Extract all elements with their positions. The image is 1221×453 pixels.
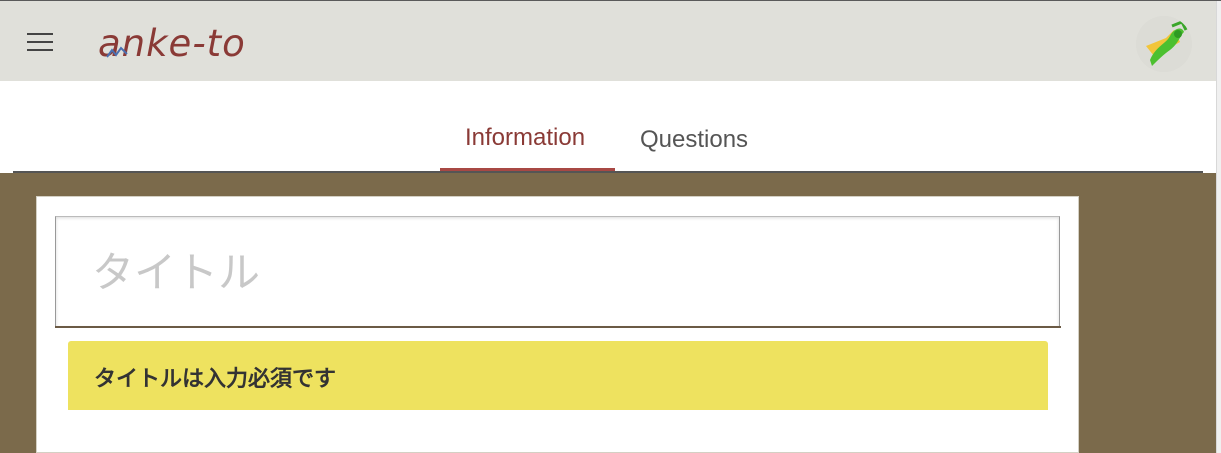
- app-logo[interactable]: anke-to: [98, 19, 246, 69]
- title-input-underline: [55, 326, 1061, 328]
- user-avatar[interactable]: [1136, 16, 1192, 72]
- logo-wave-icon: [106, 46, 128, 58]
- tab-questions[interactable]: Questions: [640, 126, 748, 154]
- hamburger-menu-icon[interactable]: [27, 33, 53, 51]
- avatar-image: [1136, 16, 1192, 72]
- title-input[interactable]: [55, 216, 1060, 328]
- app-bar: anke-to: [0, 1, 1216, 81]
- validation-alert: タイトルは入力必須です: [68, 341, 1048, 410]
- tab-information[interactable]: Information: [465, 124, 585, 152]
- page-scrollbar[interactable]: [1216, 1, 1221, 453]
- validation-alert-message: タイトルは入力必須です: [94, 367, 337, 392]
- tab-bar: Information Questions: [13, 81, 1203, 171]
